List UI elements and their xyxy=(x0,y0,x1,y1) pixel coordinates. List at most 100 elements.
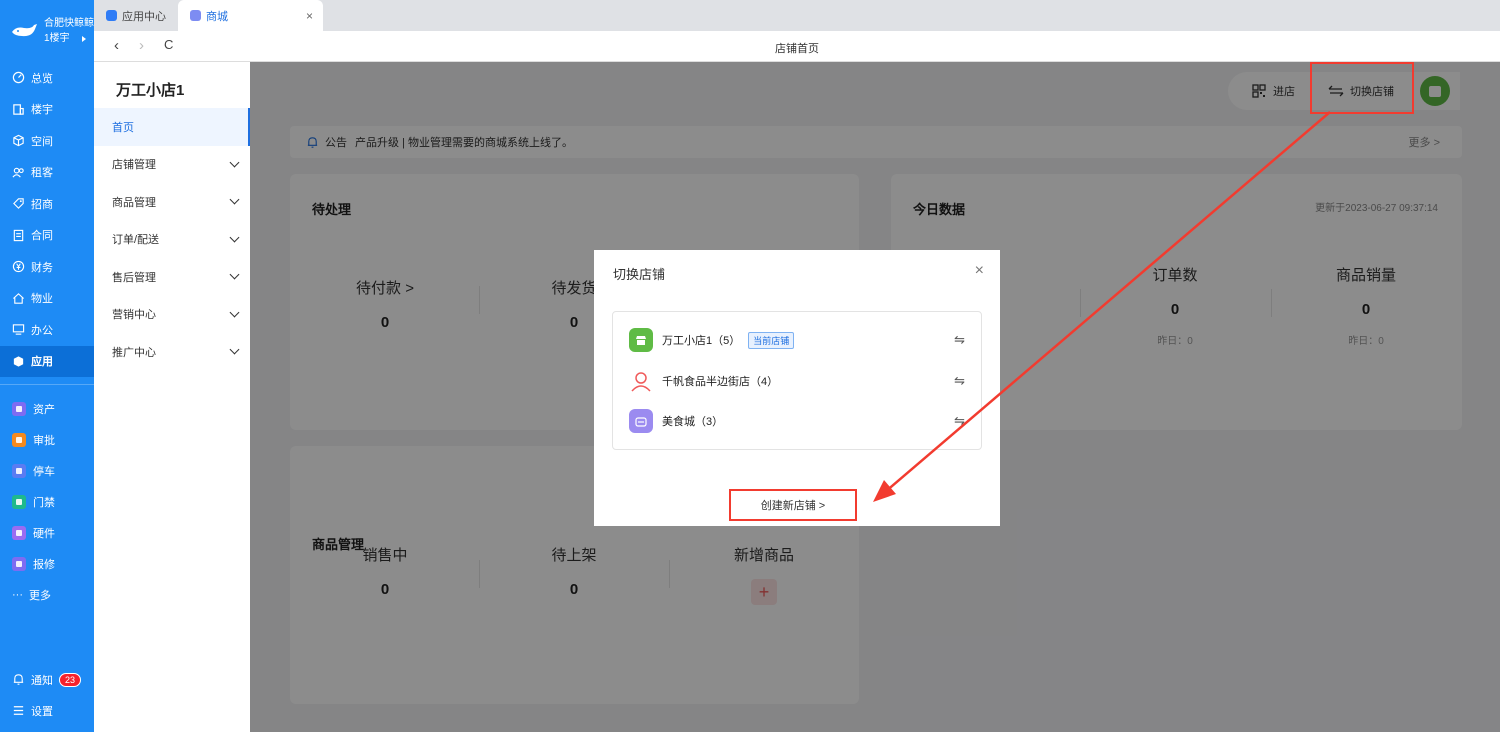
notification-count-badge: 23 xyxy=(59,672,82,687)
chevron-down-icon xyxy=(229,232,240,243)
swap-icon[interactable]: ⇋ xyxy=(954,373,965,389)
nav-item-leasing[interactable]: 招商 xyxy=(0,188,94,220)
nav-item-apps[interactable]: 应用 xyxy=(0,345,94,377)
sidebar-item-product-management[interactable]: 商品管理 xyxy=(94,183,250,221)
app-repair[interactable]: 报修 xyxy=(0,548,94,579)
whale-logo-icon xyxy=(12,24,37,37)
sidebar-item-label: 商品管理 xyxy=(112,196,156,209)
access-control-icon xyxy=(12,494,26,509)
settings-label: 设置 xyxy=(31,705,53,718)
tab-label: 商城 xyxy=(206,10,228,23)
switch-store-dialog: 切换店铺 × 万工小店1（5） 当前店铺 ⇋ 千帆食品半边街店（4） ⇋ 美食城… xyxy=(594,250,1000,526)
nav-settings[interactable]: 设置 xyxy=(0,695,94,726)
brand-switcher[interactable]: 合肥快鲸鲸 1楼宇 xyxy=(0,0,94,62)
sidebar-item-label: 店铺管理 xyxy=(112,159,156,172)
close-tab-icon[interactable]: × xyxy=(306,9,313,23)
store-option-3[interactable]: 美食城（3） ⇋ xyxy=(629,408,965,434)
store-name: 万工小店1 xyxy=(116,82,185,99)
nav-item-label: 总览 xyxy=(31,72,53,85)
nav-item-label: 招商 xyxy=(31,198,53,211)
app-center-tab-icon xyxy=(106,10,117,21)
menu-icon xyxy=(13,706,24,715)
sidebar-item-label: 营销中心 xyxy=(112,309,156,322)
chevron-down-icon xyxy=(229,269,240,280)
nav-item-office[interactable]: 办公 xyxy=(0,314,94,346)
swap-icon[interactable]: ⇋ xyxy=(954,332,965,348)
green-store-icon xyxy=(629,328,653,352)
yen-icon xyxy=(12,261,25,273)
tab-mall[interactable]: 商城 × xyxy=(178,0,323,31)
nav-item-tenants[interactable]: 租客 xyxy=(0,157,94,189)
store-list: 万工小店1（5） 当前店铺 ⇋ 千帆食品半边街店（4） ⇋ 美食城（3） ⇋ xyxy=(612,311,982,450)
app-label: 报修 xyxy=(33,558,55,571)
app-access-control[interactable]: 门禁 xyxy=(0,486,94,517)
nav-item-label: 财务 xyxy=(31,261,53,274)
store-option-1[interactable]: 万工小店1（5） 当前店铺 ⇋ xyxy=(629,327,965,353)
swap-icon[interactable]: ⇋ xyxy=(954,413,965,429)
chevron-down-icon xyxy=(229,344,240,355)
nav-item-property[interactable]: 物业 xyxy=(0,283,94,315)
purple-store-icon xyxy=(629,409,653,433)
notifications-label: 通知 xyxy=(31,674,53,687)
dashboard-icon xyxy=(12,72,25,84)
create-new-store-button[interactable]: 创建新店铺 > xyxy=(729,489,857,521)
nav-more[interactable]: ··· 更多 xyxy=(0,579,94,610)
nav-item-overview[interactable]: 总览 xyxy=(0,62,94,94)
sidebar-item-home[interactable]: 首页 xyxy=(94,108,250,146)
nav-item-space[interactable]: 空间 xyxy=(0,125,94,157)
tab-app-center[interactable]: 应用中心 xyxy=(94,0,178,31)
nav-item-finance[interactable]: 财务 xyxy=(0,251,94,283)
repair-icon xyxy=(12,556,26,571)
sidebar-item-promotion[interactable]: 推广中心 xyxy=(94,333,250,371)
store-sidebar: 万工小店1 首页 店铺管理 商品管理 订单/配送 售后管理 营销中心 推广中心 xyxy=(94,62,250,732)
brand-building: 1楼宇 xyxy=(44,33,70,44)
store-name: 美食城（3） xyxy=(662,416,724,428)
app-label: 硬件 xyxy=(33,527,55,540)
chevron-down-icon xyxy=(229,307,240,318)
nav-notifications[interactable]: 通知 23 xyxy=(0,664,94,695)
app-label: 停车 xyxy=(33,465,55,478)
current-store-badge: 当前店铺 xyxy=(748,331,795,349)
sidebar-item-label: 首页 xyxy=(112,121,134,134)
nav-item-label: 物业 xyxy=(31,293,53,306)
brand-name: 合肥快鲸鲸 xyxy=(44,18,94,29)
app-assets[interactable]: 资产 xyxy=(0,393,94,424)
chevron-down-icon xyxy=(229,194,240,205)
nav-item-contracts[interactable]: 合同 xyxy=(0,220,94,252)
parking-icon xyxy=(12,463,26,478)
more-dots-icon: ··· xyxy=(12,588,23,601)
mall-tab-icon xyxy=(190,10,201,21)
dialog-title: 切换店铺 xyxy=(613,267,666,282)
sidebar-item-after-sales[interactable]: 售后管理 xyxy=(94,258,250,296)
sidebar-item-store-management[interactable]: 店铺管理 xyxy=(94,146,250,184)
cube-icon xyxy=(13,135,24,147)
nav-item-building[interactable]: 楼宇 xyxy=(0,94,94,126)
sidebar-item-label: 订单/配送 xyxy=(112,234,160,247)
left-nav: 合肥快鲸鲸 1楼宇 总览 楼宇 空间 租客 招商 合同 财务 物业 办公 应用 … xyxy=(0,0,94,732)
expand-triangle-icon xyxy=(81,35,86,42)
address-bar: ‹ › C 店铺首页 xyxy=(94,31,1500,62)
app-approval[interactable]: 审批 xyxy=(0,424,94,455)
nav-item-label: 应用 xyxy=(31,356,53,369)
app-hardware[interactable]: 硬件 xyxy=(0,517,94,548)
users-icon xyxy=(12,167,24,178)
tab-label: 应用中心 xyxy=(122,10,166,23)
nav-divider xyxy=(0,377,94,385)
store-name: 千帆食品半边街店（4） xyxy=(662,376,779,388)
app-label: 审批 xyxy=(33,434,55,447)
home-icon xyxy=(13,292,24,304)
close-icon[interactable]: × xyxy=(975,262,984,280)
hardware-icon xyxy=(12,525,26,540)
more-label: 更多 xyxy=(29,589,51,602)
tab-bar: 应用中心 商城 × xyxy=(94,0,1500,31)
assets-icon xyxy=(12,401,26,416)
app-parking[interactable]: 停车 xyxy=(0,455,94,486)
tag-icon xyxy=(13,198,24,210)
approval-icon xyxy=(12,432,26,447)
store-option-2[interactable]: 千帆食品半边街店（4） ⇋ xyxy=(629,368,965,394)
sidebar-item-marketing[interactable]: 营销中心 xyxy=(94,296,250,334)
sidebar-item-orders[interactable]: 订单/配送 xyxy=(94,221,250,259)
bell-icon xyxy=(13,674,24,685)
sidebar-item-label: 推广中心 xyxy=(112,346,156,359)
monitor-icon xyxy=(12,324,25,335)
